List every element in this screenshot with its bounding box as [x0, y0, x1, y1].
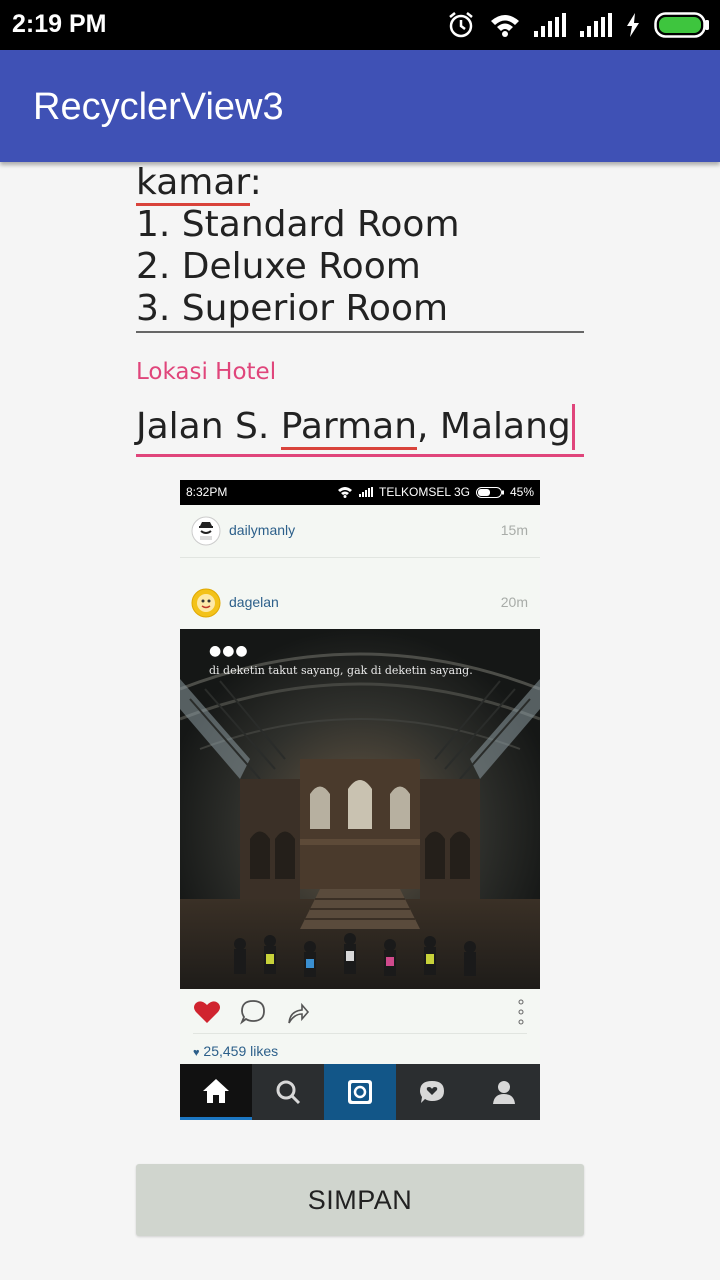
embedded-status-bar: 8:32PM TELKOMSEL 3G 45%: [180, 480, 540, 505]
embedded-carrier: TELKOMSEL 3G: [379, 485, 470, 499]
home-tab: [180, 1064, 252, 1120]
hall-illustration: [180, 629, 540, 989]
app-title: RecyclerView3: [33, 86, 284, 128]
embedded-battery-text: 45%: [509, 485, 534, 499]
photo-caption: di deketin takut sayang, gak di deketin …: [209, 664, 473, 677]
charging-icon: [627, 13, 639, 37]
post-username: dailymanly: [229, 522, 296, 538]
location-text-part3: , Malang: [417, 406, 571, 447]
divider: [180, 557, 540, 558]
status-icons: [446, 9, 710, 41]
divider: [193, 1033, 527, 1034]
likes-count: 25,459 likes: [203, 1043, 279, 1059]
post-actions: [180, 989, 540, 1033]
wifi-icon: [491, 15, 519, 37]
post-username: dagelan: [229, 594, 279, 610]
room-field-line-3: 3. Superior Room: [136, 288, 449, 329]
home-icon: [203, 1078, 229, 1103]
room-type-field[interactable]: kamar: 1. Standard Room 2. Deluxe Room 3…: [136, 162, 584, 330]
status-time: 2:19 PM: [12, 10, 107, 38]
save-button[interactable]: SIMPAN: [136, 1164, 584, 1236]
likes-row: ♥ 25,459 likes: [193, 1043, 278, 1059]
app-bar: RecyclerView3: [0, 50, 720, 162]
room-field-line-0: kamar:: [136, 162, 584, 206]
more-dots-icon: ●●●: [209, 643, 249, 659]
signal-icon-2: [580, 13, 612, 37]
post-time: 15m: [500, 522, 528, 538]
profile-tab: [468, 1064, 540, 1120]
hall-photo: ●●● di deketin takut sayang, gak di deke…: [180, 629, 540, 989]
location-text-part1: Jalan S.: [136, 406, 281, 447]
alarm-icon: [449, 12, 473, 38]
embedded-time: 8:32PM: [186, 485, 228, 499]
avatar: [191, 516, 221, 546]
avatar: [191, 588, 221, 618]
location-field-underline: [136, 454, 584, 457]
embedded-battery-icon: [475, 486, 504, 498]
location-input[interactable]: Jalan S. Parman, Malang: [136, 404, 584, 450]
comment-icon: [240, 1000, 265, 1025]
colon-text: :: [249, 162, 262, 203]
hotel-image: 8:32PM TELKOMSEL 3G 45% dailymanly 15m d…: [180, 480, 540, 1120]
activity-icon: [420, 1081, 444, 1103]
signal-icon-1: [534, 13, 566, 37]
post-header-2: dagelan 20m: [180, 577, 540, 629]
location-misspelled: Parman: [280, 406, 418, 450]
text-cursor: [571, 404, 575, 450]
form-content: kamar: 1. Standard Room 2. Deluxe Room 3…: [0, 162, 720, 1280]
room-field-underline: [136, 331, 584, 333]
camera-icon: [348, 1080, 372, 1104]
embedded-tab-bar: [180, 1064, 540, 1120]
location-label: Lokasi Hotel: [136, 359, 277, 385]
heart-icon: [194, 1001, 220, 1023]
status-bar: 2:19 PM: [0, 0, 720, 50]
room-field-line-2: 2. Deluxe Room: [136, 246, 421, 287]
search-icon: [276, 1080, 301, 1105]
activity-tab: [396, 1064, 468, 1120]
battery-icon: [654, 12, 709, 38]
embedded-status-icons: TELKOMSEL 3G 45%: [337, 485, 534, 499]
embedded-signal-icon: [359, 487, 374, 497]
post-time: 20m: [500, 594, 528, 610]
camera-tab: [324, 1064, 396, 1120]
post-header-1: dailymanly 15m: [180, 505, 540, 557]
more-options-icon: [518, 999, 524, 1025]
embedded-wifi-icon: [338, 487, 353, 498]
room-field-line-1: 1. Standard Room: [136, 204, 460, 245]
profile-icon: [493, 1081, 515, 1104]
misspelled-word: kamar: [136, 162, 250, 206]
search-tab: [252, 1064, 324, 1120]
share-icon: [288, 1002, 310, 1024]
small-heart-icon: ♥: [193, 1047, 200, 1059]
